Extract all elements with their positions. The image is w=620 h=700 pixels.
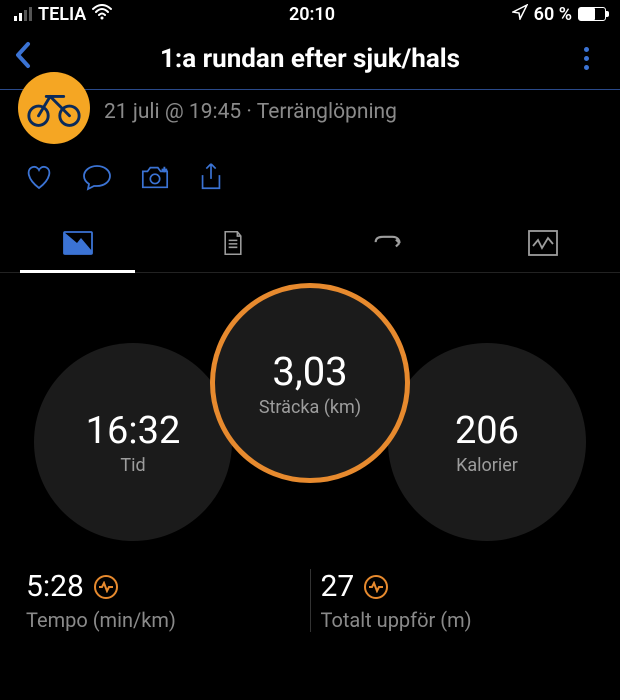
- calories-value: 206: [455, 409, 519, 453]
- summary-rings: 16:32 Tid 206 Kalorier 3,03 Sträcka (km): [0, 283, 620, 553]
- pace-value: 5:28: [26, 569, 84, 604]
- tab-overview[interactable]: [0, 214, 155, 272]
- wifi-icon: [92, 4, 112, 24]
- distance-label: Sträcka (km): [259, 397, 361, 418]
- nav-header: 1:a rundan efter sjuk/hals: [0, 28, 620, 90]
- stat-divider: [310, 569, 311, 632]
- elev-label: Totalt uppför (m): [321, 608, 595, 632]
- tab-charts[interactable]: [465, 214, 620, 272]
- calories-label: Kalorier: [456, 455, 518, 476]
- more-button[interactable]: [566, 47, 606, 70]
- status-bar: TELIA 20:10 60 %: [0, 0, 620, 28]
- battery-icon: [578, 7, 606, 21]
- stat-pace[interactable]: 5:28 Tempo (min/km): [26, 569, 300, 632]
- comment-button[interactable]: [82, 162, 112, 196]
- tab-laps[interactable]: [310, 214, 465, 272]
- tab-bar: [0, 214, 620, 273]
- activity-subtitle: 21 juli @ 19:45 · Terränglöpning: [104, 100, 397, 124]
- ring-calories[interactable]: 206 Kalorier: [388, 343, 586, 541]
- ring-time[interactable]: 16:32 Tid: [34, 343, 232, 541]
- page-title: 1:a rundan efter sjuk/hals: [54, 44, 566, 74]
- like-button[interactable]: [24, 162, 54, 196]
- elev-value: 27: [321, 569, 355, 604]
- photo-button[interactable]: [140, 162, 170, 196]
- time-label: Tid: [120, 455, 145, 476]
- share-button[interactable]: [198, 162, 224, 196]
- clock: 20:10: [289, 4, 335, 25]
- tab-details[interactable]: [155, 214, 310, 272]
- avatar[interactable]: [18, 72, 90, 144]
- time-value: 16:32: [86, 409, 181, 453]
- activity-header: 21 juli @ 19:45 · Terränglöpning: [0, 90, 620, 162]
- ring-distance[interactable]: 3,03 Sträcka (km): [210, 283, 410, 483]
- pulse-icon: [94, 575, 118, 599]
- distance-value: 3,03: [272, 348, 347, 395]
- location-icon: [512, 4, 528, 24]
- stat-elevation[interactable]: 27 Totalt uppför (m): [321, 569, 595, 632]
- pace-label: Tempo (min/km): [26, 608, 300, 632]
- battery-pct: 60 %: [534, 4, 572, 25]
- carrier-label: TELIA: [38, 4, 86, 25]
- signal-icon: [14, 7, 32, 21]
- bottom-stats: 5:28 Tempo (min/km) 27 Totalt uppför (m): [0, 553, 620, 632]
- action-bar: [0, 162, 620, 214]
- pulse-icon: [364, 575, 388, 599]
